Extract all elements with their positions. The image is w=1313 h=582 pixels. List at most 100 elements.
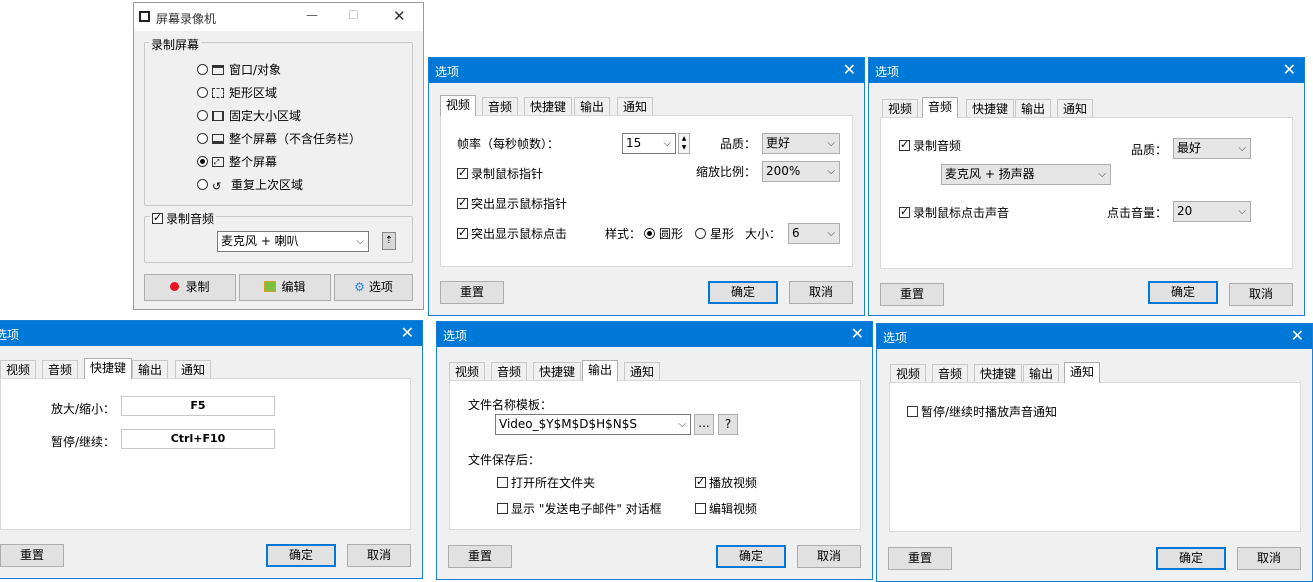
tab-hotkeys[interactable]: 快捷键	[966, 99, 1015, 117]
mode-full-no-taskbar[interactable]: 整个屏幕（不含任务栏）	[197, 130, 361, 147]
maximize-button[interactable]: ☐	[348, 8, 359, 22]
close-icon[interactable]: ✕	[1283, 60, 1296, 79]
tab-audio[interactable]: 音频	[482, 97, 519, 115]
tab-notify[interactable]: 通知	[1064, 362, 1101, 383]
record-button[interactable]: 录制	[144, 274, 236, 301]
tab-audio[interactable]: 音频	[42, 360, 79, 378]
click-volume-select[interactable]: 20 ⌵	[1173, 201, 1251, 222]
mode-radio[interactable]	[197, 110, 208, 121]
tab-audio[interactable]: 音频	[932, 364, 969, 382]
audio-quality-select[interactable]: 最好 ⌵	[1173, 138, 1251, 159]
cancel-button[interactable]: 取消	[789, 281, 853, 304]
audio-device-select[interactable]: 麦克风 + 喇叭 ⌵	[217, 231, 369, 252]
template-select[interactable]: Video_$Y$M$D$H$N$S ⌵	[495, 414, 691, 435]
ok-button[interactable]: 确定	[1148, 281, 1218, 304]
close-icon[interactable]: ✕	[851, 324, 864, 343]
mode-radio[interactable]	[197, 87, 208, 98]
cancel-button[interactable]: 取消	[1237, 547, 1301, 570]
highlight-cursor-row[interactable]: 突出显示鼠标指针	[457, 195, 567, 212]
mode-radio-selected[interactable]	[197, 156, 208, 167]
tab-output[interactable]: 输出	[1015, 99, 1052, 117]
style-circle-option[interactable]: 圆形	[644, 225, 683, 242]
highlight-click-row[interactable]: 突出显示鼠标点击	[457, 225, 567, 242]
audio-device-select[interactable]: 麦克风 + 扬声器 ⌵	[941, 164, 1111, 185]
reset-button[interactable]: 重置	[880, 283, 944, 306]
microphone-level-icon[interactable]: ⇡	[382, 232, 396, 250]
ok-button[interactable]: 确定	[708, 281, 778, 304]
mode-window-object[interactable]: 窗口/对象	[197, 61, 281, 78]
mode-rectangle[interactable]: 矩形区域	[197, 84, 277, 101]
record-audio-row[interactable]: 录制音频	[899, 137, 961, 154]
zoom-hotkey-field[interactable]: F5	[121, 396, 275, 416]
options-titlebar[interactable]: 选项✕	[869, 58, 1304, 83]
tab-hotkeys[interactable]: 快捷键	[974, 364, 1023, 382]
mode-radio[interactable]	[197, 64, 208, 75]
options-titlebar[interactable]: 选项✕	[877, 324, 1312, 349]
highlight-click-checkbox[interactable]	[457, 226, 468, 239]
pause-sound-row[interactable]: 暂停/继续时播放声音通知	[907, 403, 1057, 420]
tab-video[interactable]: 视频	[449, 362, 486, 380]
tab-video[interactable]: 视频	[882, 99, 919, 117]
record-cursor-checkbox[interactable]	[457, 166, 468, 179]
size-select[interactable]: 6 ⌵	[788, 223, 840, 244]
open-folder-row[interactable]: 打开所在文件夹	[497, 474, 595, 491]
pause-sound-checkbox[interactable]	[907, 406, 918, 417]
highlight-cursor-checkbox[interactable]	[457, 196, 468, 209]
style-star-option[interactable]: 星形	[695, 225, 734, 242]
browse-button[interactable]: ...	[694, 414, 714, 435]
cancel-button[interactable]: 取消	[1229, 283, 1293, 306]
reset-button[interactable]: 重置	[888, 547, 952, 570]
recorder-titlebar[interactable]: 屏幕录像机 — ☐ ✕	[134, 3, 423, 31]
fps-select[interactable]: 15 ⌵	[622, 133, 676, 154]
cancel-button[interactable]: 取消	[797, 545, 861, 568]
play-video-checkbox[interactable]	[695, 475, 706, 488]
tab-video[interactable]: 视频	[440, 95, 477, 116]
edit-video-checkbox[interactable]	[695, 503, 706, 514]
tab-output[interactable]: 输出	[132, 360, 169, 378]
close-icon[interactable]: ✕	[401, 323, 414, 342]
mode-fixed-size[interactable]: 固定大小区域	[197, 107, 301, 124]
quality-select[interactable]: 更好 ⌵	[762, 133, 840, 154]
play-video-row[interactable]: 播放视频	[695, 474, 757, 491]
options-titlebar[interactable]: 选项✕	[0, 321, 422, 346]
record-audio-checkbox[interactable]	[152, 211, 163, 224]
reset-button[interactable]: 重置	[440, 281, 504, 304]
tab-audio[interactable]: 音频	[491, 362, 528, 380]
click-sound-checkbox[interactable]	[899, 205, 910, 218]
style-circle-radio[interactable]	[644, 228, 655, 239]
options-button[interactable]: ⚙ 选项	[334, 274, 413, 301]
reset-button[interactable]: 重置	[0, 544, 64, 567]
tab-output[interactable]: 输出	[574, 97, 611, 115]
tab-hotkeys[interactable]: 快捷键	[84, 358, 133, 379]
ok-button[interactable]: 确定	[716, 545, 786, 568]
tab-notify[interactable]: 通知	[175, 360, 212, 378]
tab-notify[interactable]: 通知	[617, 97, 654, 115]
tab-hotkeys[interactable]: 快捷键	[524, 97, 573, 115]
tab-output[interactable]: 输出	[1023, 364, 1060, 382]
ok-button[interactable]: 确定	[1156, 547, 1226, 570]
mode-radio[interactable]	[197, 133, 208, 144]
edit-video-row[interactable]: 编辑视频	[695, 500, 757, 517]
mode-repeat-last[interactable]: ↺ 重复上次区域	[197, 176, 303, 193]
close-button[interactable]: ✕	[393, 7, 406, 25]
show-email-checkbox[interactable]	[497, 503, 508, 514]
audio-checkbox-row[interactable]: 录制音频	[150, 210, 217, 227]
close-icon[interactable]: ✕	[1291, 326, 1304, 345]
options-titlebar[interactable]: 选项✕	[437, 322, 872, 347]
tab-video[interactable]: 视频	[890, 364, 927, 382]
ok-button[interactable]: 确定	[266, 544, 336, 567]
scale-select[interactable]: 200% ⌵	[762, 161, 840, 182]
options-titlebar[interactable]: 选项✕	[429, 58, 864, 83]
minimize-button[interactable]: —	[306, 8, 318, 22]
tab-audio[interactable]: 音频	[922, 97, 959, 118]
reset-button[interactable]: 重置	[448, 545, 512, 568]
mode-full-screen[interactable]: ⤢ 整个屏幕	[197, 153, 277, 170]
click-sound-row[interactable]: 录制鼠标点击声音	[899, 204, 1009, 221]
record-audio-checkbox[interactable]	[899, 138, 910, 151]
tab-notify[interactable]: 通知	[1057, 99, 1094, 117]
fps-spinner[interactable]: ▲ ▼	[678, 133, 690, 154]
record-cursor-row[interactable]: 录制鼠标指针	[457, 165, 543, 182]
show-email-row[interactable]: 显示 "发送电子邮件" 对话框	[497, 500, 662, 517]
tab-notify[interactable]: 通知	[624, 362, 661, 380]
tab-hotkeys[interactable]: 快捷键	[533, 362, 582, 380]
